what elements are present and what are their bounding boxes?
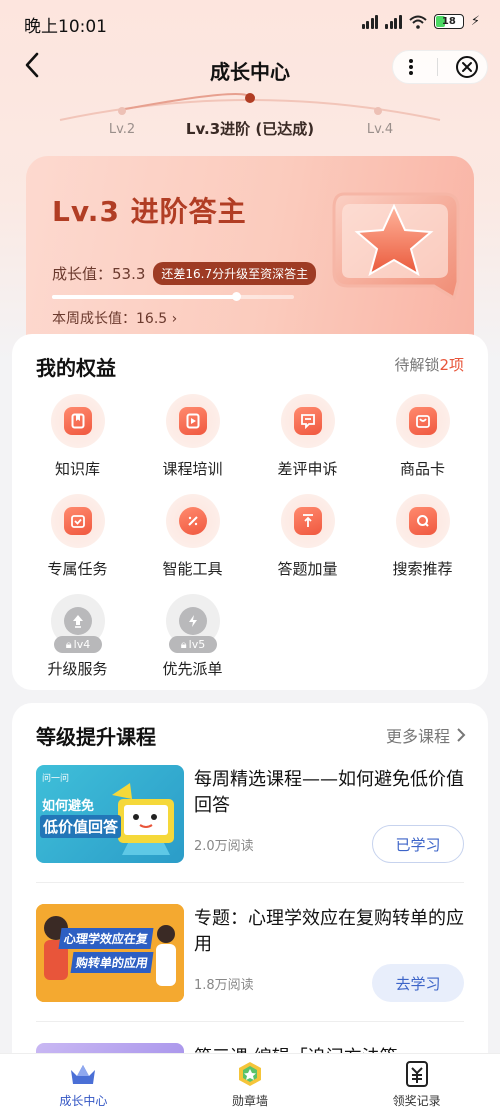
medal-icon bbox=[239, 1062, 261, 1086]
course-title: 每周精选课程——如何避免低价值回答 bbox=[194, 769, 464, 816]
rights-card: 我的权益 待解锁2项 知识库 课程培训 差评申诉 商品卡 专属任务 智能工具 答… bbox=[12, 334, 488, 690]
right-item-label: 商品卡 bbox=[399, 460, 445, 478]
level-card: Lv.3 进阶答主 成长值：53.3 还差16.7分升级至资深答主 本周成长值：… bbox=[26, 156, 474, 356]
lock-icon: 🔒︎ bbox=[180, 637, 187, 651]
right-item-label: 课程培训 bbox=[162, 460, 223, 478]
lock-level-tag: 🔒︎ lv5 bbox=[169, 636, 217, 653]
more-courses-link[interactable]: 更多课程 bbox=[386, 723, 466, 747]
course-thumbnail: 心理学效应在复 购转单的应用 bbox=[36, 904, 184, 1002]
level-current-label: Lv.3进阶 (已达成) bbox=[185, 120, 315, 138]
pending-label: 待解锁 bbox=[394, 356, 440, 374]
level-prev-label: Lv.2 bbox=[108, 122, 136, 137]
battery-icon: 18 bbox=[433, 14, 464, 29]
progress-fill bbox=[52, 295, 236, 299]
crown-icon bbox=[71, 1065, 96, 1084]
tab-reward-records[interactable]: 领奖记录 bbox=[333, 1054, 500, 1111]
level-next-label: Lv.4 bbox=[366, 122, 394, 137]
course-reads: 2.0万阅读 bbox=[194, 839, 254, 854]
chevron-right-icon bbox=[457, 728, 466, 742]
right-item-upgrade-service[interactable]: 🔒︎ lv4 升级服务 bbox=[20, 594, 135, 690]
star-medal-icon bbox=[332, 192, 460, 301]
right-item-label: 智能工具 bbox=[162, 560, 223, 578]
course-learned-button[interactable]: 已学习 bbox=[372, 825, 464, 863]
chat-icon bbox=[294, 407, 322, 435]
close-icon[interactable] bbox=[455, 55, 479, 79]
right-item-smart-tools[interactable]: 智能工具 bbox=[135, 494, 250, 590]
level-name: Lv.3 进阶答主 bbox=[52, 195, 247, 228]
task-check-icon bbox=[64, 507, 92, 535]
rights-title: 我的权益 bbox=[36, 356, 116, 380]
right-item-course[interactable]: 课程培训 bbox=[135, 394, 250, 490]
pending-unlock[interactable]: 待解锁2项 bbox=[394, 354, 464, 375]
search-icon bbox=[409, 507, 437, 535]
growth-value: 成长值：53.3 bbox=[52, 265, 146, 283]
courses-card: 等级提升课程 更多课程 问一问 如何避免 低价值回答 每周精选课程——如何避免低… bbox=[12, 703, 488, 1111]
divider bbox=[36, 1021, 464, 1022]
course-learn-button[interactable]: 去学习 bbox=[372, 964, 464, 1002]
thumb-text: 心理学效应在复 bbox=[58, 928, 154, 949]
progress-knob bbox=[231, 292, 241, 301]
bookmark-icon bbox=[64, 407, 92, 435]
tab-growth-center[interactable]: 成长中心 bbox=[0, 1054, 167, 1111]
magic-wand-icon bbox=[179, 507, 207, 535]
divider bbox=[36, 882, 464, 883]
right-item-label: 优先派单 bbox=[162, 660, 223, 678]
course-thumbnail: 问一问 如何避免 低价值回答 bbox=[36, 765, 184, 863]
tab-medal-wall[interactable]: 勋章墙 bbox=[167, 1054, 334, 1111]
right-item-exclusive-task[interactable]: 专属任务 bbox=[20, 494, 135, 590]
right-item-product-card[interactable]: 商品卡 bbox=[365, 394, 480, 490]
weekly-growth-link[interactable]: 本周成长值：16.5 › bbox=[52, 308, 177, 328]
right-item-search-recommend[interactable]: 搜索推荐 bbox=[365, 494, 480, 590]
upload-icon bbox=[294, 507, 322, 535]
right-item-label: 差评申诉 bbox=[277, 460, 338, 478]
charging-icon: ⚡ bbox=[470, 14, 480, 29]
course-item[interactable]: 问一问 如何避免 低价值回答 每周精选课程——如何避免低价值回答 2.0万阅读 … bbox=[36, 765, 464, 875]
more-courses-label: 更多课程 bbox=[385, 727, 450, 746]
mini-program-capsule bbox=[392, 50, 488, 84]
tab-label: 领奖记录 bbox=[392, 1094, 441, 1108]
pending-count: 2项 bbox=[439, 356, 464, 374]
lightning-icon bbox=[179, 607, 207, 635]
status-icons: 18 ⚡ bbox=[361, 14, 480, 29]
bottom-tab-bar: 成长中心 勋章墙 领奖记录 bbox=[0, 1053, 500, 1111]
thumb-text: 如何避免 bbox=[42, 799, 95, 814]
status-bar: 晚上10:01 18 ⚡ bbox=[0, 0, 500, 44]
courses-title: 等级提升课程 bbox=[36, 725, 156, 749]
growth-row: 成长值：53.3 还差16.7分升级至资深答主 bbox=[52, 262, 317, 285]
course-title: 专题：心理学效应在复购转单的应用 bbox=[194, 908, 464, 955]
growth-progress-bar bbox=[52, 292, 294, 301]
thumb-brand: 问一问 bbox=[42, 774, 70, 784]
thumb-text: 购转单的应用 bbox=[70, 952, 154, 973]
upgrade-arrow-icon bbox=[64, 607, 92, 635]
thumb-text: 低价值回答 bbox=[40, 815, 122, 838]
right-item-label: 答题加量 bbox=[277, 560, 338, 578]
bag-icon bbox=[409, 407, 437, 435]
signal-icon bbox=[361, 14, 379, 29]
right-item-label: 知识库 bbox=[54, 460, 100, 478]
wifi-icon bbox=[409, 15, 427, 29]
right-item-label: 升级服务 bbox=[47, 660, 108, 678]
signal-icon bbox=[385, 14, 402, 29]
more-menu-icon[interactable] bbox=[401, 57, 421, 77]
right-item-priority-dispatch[interactable]: 🔒︎ lv5 优先派单 bbox=[135, 594, 250, 690]
course-item[interactable]: 心理学效应在复 购转单的应用 专题：心理学效应在复购转单的应用 1.8万阅读 去… bbox=[36, 904, 464, 1014]
tab-label: 成长中心 bbox=[59, 1094, 108, 1108]
right-item-appeal[interactable]: 差评申诉 bbox=[250, 394, 365, 490]
right-item-label: 搜索推荐 bbox=[392, 560, 453, 578]
right-item-answer-boost[interactable]: 答题加量 bbox=[250, 494, 365, 590]
upgrade-hint-badge: 还差16.7分升级至资深答主 bbox=[153, 262, 317, 285]
course-reads: 1.8万阅读 bbox=[194, 978, 254, 993]
right-item-knowledge[interactable]: 知识库 bbox=[20, 394, 135, 490]
play-icon bbox=[179, 407, 207, 435]
status-time: 晚上10:01 bbox=[24, 17, 107, 37]
lock-level-tag: 🔒︎ lv4 bbox=[54, 636, 102, 653]
tab-label: 勋章墙 bbox=[232, 1094, 269, 1108]
yuan-receipt-icon bbox=[405, 1061, 428, 1087]
lock-icon: 🔒︎ bbox=[65, 637, 72, 651]
right-item-label: 专属任务 bbox=[47, 560, 108, 578]
